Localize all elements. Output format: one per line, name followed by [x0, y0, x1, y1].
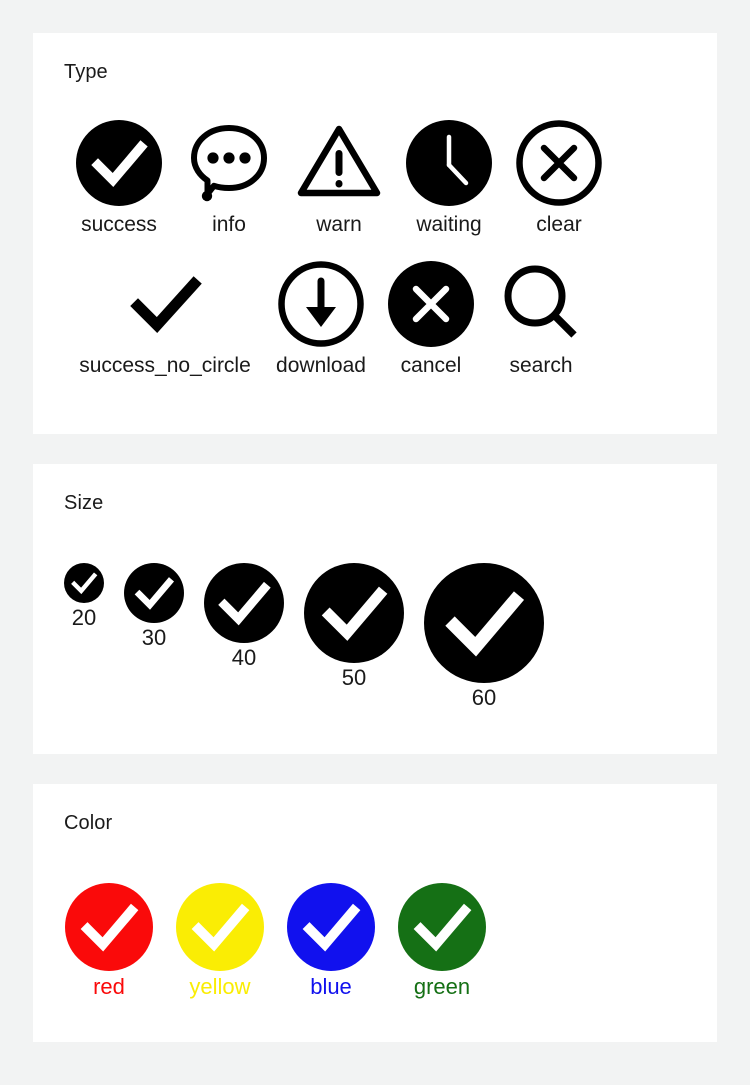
color-label-green: green [413, 974, 471, 999]
icon-label-search: search [509, 354, 573, 378]
icon-tile-success[interactable]: success [64, 119, 174, 238]
success-check-circle-filled-icon [65, 883, 153, 971]
success-check-circle-filled-icon [176, 883, 264, 971]
icon-tile-clear[interactable]: clear [504, 119, 614, 238]
circle-fill [398, 883, 486, 971]
success-check-circle-filled-icon [287, 883, 375, 971]
info-speech-bubble-icon [185, 119, 273, 207]
icon-tile-color-green[interactable]: green [397, 883, 487, 1000]
type-section-title: Type [64, 61, 108, 83]
color-icon-row: red yellow blue green [33, 883, 717, 1000]
icon-tile-size-30[interactable]: 30 [124, 563, 184, 651]
clear-x-circle-outline-icon [515, 119, 603, 207]
success-check-circle-filled-icon [398, 883, 486, 971]
icon-tile-color-blue[interactable]: blue [286, 883, 376, 1000]
search-magnifier-icon [497, 260, 585, 348]
icon-tile-size-50[interactable]: 50 [304, 563, 404, 691]
icon-label-cancel: cancel [400, 354, 462, 378]
icon-tile-size-40[interactable]: 40 [204, 563, 284, 671]
color-label-red: red [93, 974, 125, 999]
icon-tile-download[interactable]: download [266, 260, 376, 379]
icon-tile-color-red[interactable]: red [64, 883, 154, 1000]
icon-tile-size-20[interactable]: 20 [64, 563, 104, 631]
icon-label-warn: warn [316, 213, 362, 236]
icon-label-waiting: waiting [416, 213, 482, 236]
icon-gallery-page: Type success info warn waiting clear suc… [0, 0, 750, 1085]
icon-tile-color-yellow[interactable]: yellow [175, 883, 265, 1000]
size-label-30: 30 [141, 625, 167, 650]
waiting-clock-filled-icon [405, 119, 493, 207]
success-check-circle-filled-icon [124, 563, 184, 623]
size-label-40: 40 [231, 645, 257, 670]
icon-label-success: success [81, 213, 157, 236]
icon-label-info: info [212, 213, 246, 236]
color-section-title: Color [64, 812, 113, 834]
icon-tile-cancel[interactable]: cancel [376, 260, 486, 379]
success-check-circle-filled-icon [75, 119, 163, 207]
icon-tile-warn[interactable]: warn [284, 119, 394, 238]
size-label-20: 20 [71, 605, 97, 630]
color-section-card: Color red yellow blue green [33, 784, 717, 1042]
warn-triangle-exclamation-icon [295, 119, 383, 207]
icon-tile-waiting[interactable]: waiting [394, 119, 504, 238]
icon-tile-success-no-circle[interactable]: success_no_circle [64, 260, 266, 379]
type-icon-row-2: success_no_circle download cancel search [64, 260, 717, 379]
type-icon-grid: success info warn waiting clear success_… [33, 119, 717, 380]
icon-tile-size-60[interactable]: 60 [424, 563, 544, 711]
color-label-yellow: yellow [189, 974, 251, 999]
icon-label-clear: clear [536, 213, 582, 236]
type-icon-row-1: success info warn waiting clear [64, 119, 717, 238]
icon-label-download: download [276, 354, 366, 378]
size-icon-row: 20 30 40 50 60 [33, 563, 717, 711]
size-label-50: 50 [341, 665, 367, 690]
success-check-circle-filled-icon [304, 563, 404, 663]
success-check-circle-filled-icon [424, 563, 544, 683]
circle-fill [287, 883, 375, 971]
cancel-x-circle-filled-icon [387, 260, 475, 348]
icon-label-success-no-circle: success_no_circle [79, 354, 251, 378]
size-section-title: Size [64, 492, 104, 514]
icon-tile-info[interactable]: info [174, 119, 284, 238]
circle-fill [65, 883, 153, 971]
circle-fill [176, 883, 264, 971]
size-label-60: 60 [471, 685, 497, 710]
check-no-circle-icon [121, 260, 209, 348]
download-arrow-circle-icon [277, 260, 365, 348]
type-section-card: Type success info warn waiting clear suc… [33, 33, 717, 434]
size-section-card: Size 20 30 40 50 60 [33, 464, 717, 754]
success-check-circle-filled-icon [204, 563, 284, 643]
icon-tile-search[interactable]: search [486, 260, 596, 379]
success-check-circle-filled-icon [64, 563, 104, 603]
color-label-blue: blue [310, 974, 352, 999]
